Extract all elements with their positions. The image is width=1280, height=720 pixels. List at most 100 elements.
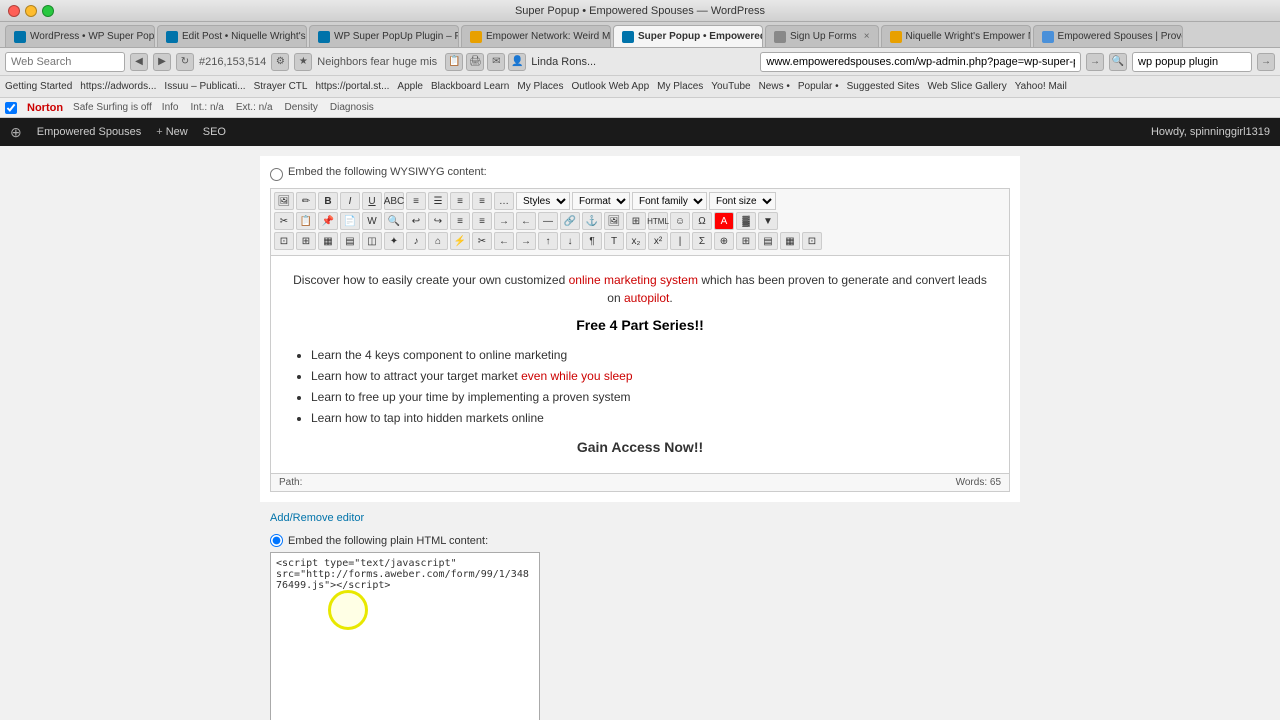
tb-misc10-btn[interactable]: ↓ [560, 232, 580, 250]
bookmark-webslice[interactable]: Web Slice Gallery [927, 81, 1006, 92]
tb-misc12-btn[interactable]: T [604, 232, 624, 250]
tb-misc2-btn[interactable]: ✦ [384, 232, 404, 250]
html-embed-radio[interactable] [270, 534, 283, 547]
tb-misc3-btn[interactable]: ♪ [406, 232, 426, 250]
tb-misc5-btn[interactable]: ⚡ [450, 232, 470, 250]
bookmark-blackboard[interactable]: Blackboard Learn [431, 81, 509, 92]
tb-pasteplain-btn[interactable]: 📄 [340, 212, 360, 230]
tab-signup[interactable]: Sign Up Forms × [765, 25, 879, 47]
bookmark-myplaces[interactable]: My Places [517, 81, 563, 92]
search-go-button[interactable]: → [1257, 53, 1275, 71]
tb-tbl2-btn[interactable]: ▦ [318, 232, 338, 250]
tb-cut-btn[interactable]: ✂ [274, 212, 294, 230]
tab-close-6[interactable]: × [864, 31, 870, 42]
back-button[interactable]: ◀ [130, 53, 148, 71]
norton-logo[interactable]: Norton [27, 102, 63, 114]
tb-italic-btn[interactable]: I [340, 192, 360, 210]
zoom-button[interactable]: 🔍 [1109, 53, 1127, 71]
tb-misc8-btn[interactable]: → [516, 232, 536, 250]
tb-misc14-btn[interactable]: x² [648, 232, 668, 250]
minimize-button[interactable] [25, 5, 37, 17]
admin-site-name[interactable]: Empowered Spouses [37, 126, 142, 138]
tb-misc6-btn[interactable]: ✂ [472, 232, 492, 250]
bookmark-news[interactable]: News • [759, 81, 790, 92]
tb-misc16-btn[interactable]: Σ [692, 232, 712, 250]
tb-fontsize-select[interactable]: Font size [709, 192, 776, 210]
bookmark-youtube[interactable]: YouTube [711, 81, 750, 92]
tb-justify-btn[interactable]: ≡ [472, 192, 492, 210]
bookmark-portal[interactable]: https://portal.st... [315, 81, 389, 92]
admin-new-btn[interactable]: + New [156, 126, 187, 138]
tb-color-btn[interactable]: A [714, 212, 734, 230]
tb-table-btn[interactable]: ⊞ [626, 212, 646, 230]
wysiwyg-content-area[interactable]: Discover how to easily create your own c… [270, 255, 1010, 474]
tb-indent-btn[interactable]: → [494, 212, 514, 230]
icon-btn-3[interactable]: ✉ [487, 53, 505, 71]
bookmark-getting-started[interactable]: Getting Started [5, 81, 72, 92]
tb-pasteword-btn[interactable]: W [362, 212, 382, 230]
tb-misc9-btn[interactable]: ↑ [538, 232, 558, 250]
tb-paste-btn[interactable]: 📌 [318, 212, 338, 230]
tb-more2-btn[interactable]: ▼ [758, 212, 778, 230]
tb-format-select[interactable]: Format [572, 192, 630, 210]
tb-bgcolor-btn[interactable]: ▓ [736, 212, 756, 230]
web-search-input[interactable] [5, 52, 125, 72]
tb-misc15-btn[interactable]: | [670, 232, 690, 250]
maximize-button[interactable] [42, 5, 54, 17]
tb-misc11-btn[interactable]: ¶ [582, 232, 602, 250]
norton-checkbox[interactable] [5, 102, 17, 114]
tb-misc7-btn[interactable]: ← [494, 232, 514, 250]
autopilot-link[interactable]: autopilot [624, 291, 669, 305]
tb-styles-select[interactable]: Styles [516, 192, 570, 210]
bookmark-outlook[interactable]: Outlook Web App [572, 81, 650, 92]
admin-seo[interactable]: SEO [203, 126, 226, 138]
bookmark-issuu[interactable]: Issuu – Publicati... [164, 81, 245, 92]
online-marketing-link[interactable]: online marketing system [569, 273, 698, 287]
icon-btn-1[interactable]: 📋 [445, 53, 463, 71]
wysiwyg-radio[interactable] [270, 168, 283, 181]
tb-misc1-btn[interactable]: ◫ [362, 232, 382, 250]
tb-fontfamily-select[interactable]: Font family [632, 192, 707, 210]
tb-anchor-btn[interactable]: ⚓ [582, 212, 602, 230]
tb-image-btn[interactable]: 🖼 [274, 192, 294, 210]
tb-emoticon-btn[interactable]: ☺ [670, 212, 690, 230]
tb-html-btn[interactable]: HTML [648, 212, 668, 230]
tb-bold-btn[interactable]: B [318, 192, 338, 210]
tb-abc-btn[interactable]: ABC [384, 192, 404, 210]
bookmark-suggested[interactable]: Suggested Sites [847, 81, 920, 92]
tb-misc18-btn[interactable]: ⊞ [736, 232, 756, 250]
tab-empower[interactable]: Empower Network: Weird Ma... × [461, 25, 611, 47]
tb-list-ordered-btn[interactable]: ≡ [472, 212, 492, 230]
close-button[interactable] [8, 5, 20, 17]
tb-outdent-btn[interactable]: ← [516, 212, 536, 230]
search-input[interactable] [1132, 52, 1252, 72]
icon-btn-4[interactable]: 👤 [508, 53, 526, 71]
tb-misc4-btn[interactable]: ⌂ [428, 232, 448, 250]
bookmark-popular[interactable]: Popular • [798, 81, 839, 92]
tb-misc20-btn[interactable]: ▦ [780, 232, 800, 250]
url-input[interactable] [760, 52, 1081, 72]
bookmark-yahoo[interactable]: Yahoo! Mail [1015, 81, 1067, 92]
tb-align-left-btn[interactable]: ≡ [406, 192, 426, 210]
add-remove-editor-link[interactable]: Add/Remove editor [270, 512, 1010, 524]
extra-nav-btn[interactable]: ⚙ [271, 53, 289, 71]
tab-wpsuperpopup[interactable]: WP Super PopUp Plugin – Fre... × [309, 25, 459, 47]
tb-copy-btn[interactable]: 📋 [296, 212, 316, 230]
bookmark-apple[interactable]: Apple [397, 81, 423, 92]
tb-redo-btn[interactable]: ↪ [428, 212, 448, 230]
tab-wordpress[interactable]: WordPress • WP Super Popu... × [5, 25, 155, 47]
tab-edit-post[interactable]: Edit Post • Niquelle Wright's... × [157, 25, 307, 47]
tab-empoweredspouses[interactable]: Empowered Spouses | Proven... × [1033, 25, 1183, 47]
tb-char-btn[interactable]: Ω [692, 212, 712, 230]
bookmark-myplaces2[interactable]: My Places [657, 81, 703, 92]
tb-more-btn[interactable]: … [494, 192, 514, 210]
tb-misc17-btn[interactable]: ⊕ [714, 232, 734, 250]
refresh-button[interactable]: ↻ [176, 53, 194, 71]
tb-edit-btn[interactable]: ✏ [296, 192, 316, 210]
tb-image2-btn[interactable]: 🖼 [604, 212, 624, 230]
go-button[interactable]: → [1086, 53, 1104, 71]
tb-hr-btn[interactable]: — [538, 212, 558, 230]
new-label[interactable]: New [166, 126, 188, 138]
tb-align-center-btn[interactable]: ☰ [428, 192, 448, 210]
tab-niquelle[interactable]: Niquelle Wright's Empower N... × [881, 25, 1031, 47]
